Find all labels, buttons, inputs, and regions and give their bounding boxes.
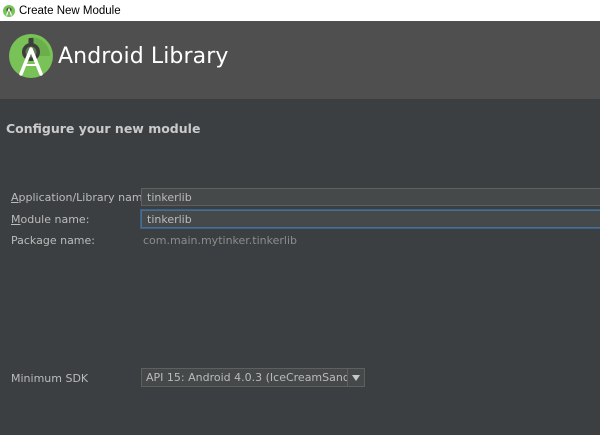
package-name-label: Package name: xyxy=(11,234,95,247)
android-studio-logo-icon xyxy=(9,34,53,78)
app-name-label: Application/Library name: xyxy=(11,191,153,204)
module-name-label: Module name: xyxy=(11,213,89,226)
min-sdk-selected-value: API 15: Android 4.0.3 (IceCreamSandwich) xyxy=(146,371,347,384)
package-name-value: com.main.mytinker.tinkerlib xyxy=(143,234,297,247)
window-title: Create New Module xyxy=(19,4,121,17)
android-studio-app-icon xyxy=(3,4,15,17)
section-title: Configure your new module xyxy=(6,121,201,136)
min-sdk-label: Minimum SDK xyxy=(11,372,89,385)
module-name-input[interactable] xyxy=(141,210,600,228)
app-name-label-mnemonic: A xyxy=(11,191,19,204)
min-sdk-dropdown[interactable]: API 15: Android 4.0.3 (IceCreamSandwich) xyxy=(141,368,365,387)
page-heading: Android Library xyxy=(58,44,229,69)
create-module-window: Create New Module Android Library Config… xyxy=(0,0,600,435)
module-name-label-text: odule name: xyxy=(20,213,90,226)
module-name-label-mnemonic: M xyxy=(11,213,21,226)
app-name-input[interactable] xyxy=(141,188,600,206)
title-bar: Create New Module xyxy=(0,0,600,21)
app-name-label-text: pplication/Library name: xyxy=(18,191,154,204)
header-banner: Android Library xyxy=(0,21,600,99)
dropdown-arrow-icon[interactable] xyxy=(347,369,364,386)
chevron-down-icon xyxy=(352,374,360,381)
